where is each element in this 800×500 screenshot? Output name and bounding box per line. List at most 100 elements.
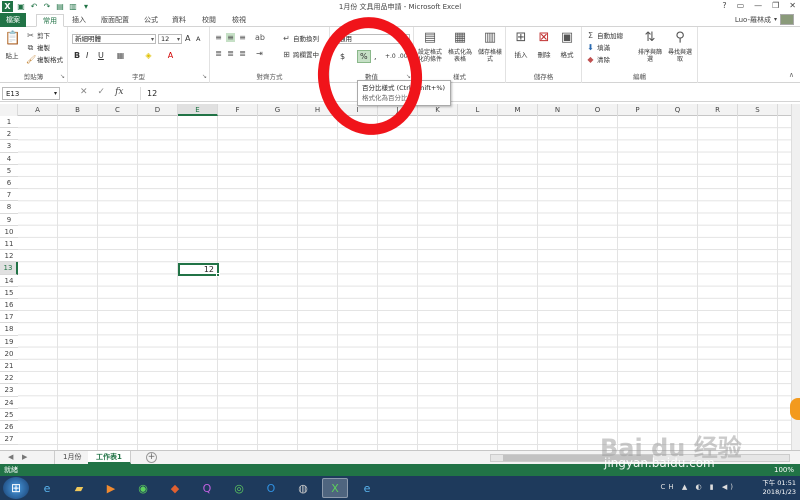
row-header[interactable]: 3	[0, 140, 18, 153]
active-cell[interactable]: 12	[178, 263, 220, 277]
row-header[interactable]: 17	[0, 311, 18, 324]
prev-sheet-icon[interactable]: ◀	[8, 453, 13, 461]
cut-button[interactable]: ✂ 剪下	[26, 30, 50, 41]
column-header[interactable]: B	[58, 104, 98, 116]
column-header[interactable]: A	[18, 104, 58, 116]
row-header[interactable]: 24	[0, 397, 18, 409]
align-top-button[interactable]: ≡	[214, 33, 223, 42]
italic-button[interactable]: I	[86, 51, 88, 60]
row-header[interactable]: 5	[0, 165, 18, 177]
tab-review[interactable]: 校閱	[196, 14, 222, 27]
cell-styles-button[interactable]: ▥ 儲存格樣式	[476, 29, 504, 63]
tab-page-layout[interactable]: 版面配置	[95, 14, 135, 27]
row-header[interactable]: 9	[0, 214, 18, 226]
tab-view[interactable]: 檢視	[226, 14, 252, 27]
column-header[interactable]: D	[138, 104, 178, 116]
row-header[interactable]: 8	[0, 201, 18, 214]
q-app-icon[interactable]: Q	[194, 478, 220, 498]
green-app-icon[interactable]: ◉	[130, 478, 156, 498]
help-button[interactable]: ?	[722, 1, 726, 10]
indent-button[interactable]: ⇥	[255, 49, 264, 58]
clipboard-launcher-icon[interactable]: ↘	[60, 73, 65, 80]
grow-font-button[interactable]: A	[185, 34, 190, 43]
column-header[interactable]: E	[178, 104, 218, 116]
cells-area[interactable]	[18, 116, 800, 450]
tab-home[interactable]: 常用	[36, 14, 64, 27]
user-account[interactable]: Luo-羅林成 ▾	[735, 14, 794, 25]
tab-formulas[interactable]: 公式	[138, 14, 164, 27]
wrap-text-button[interactable]: ↵ 自動換列	[282, 33, 319, 44]
wechat-icon[interactable]: ◎	[226, 478, 252, 498]
floating-widget[interactable]	[790, 398, 800, 420]
collapse-ribbon-icon[interactable]: ∧	[789, 71, 794, 79]
column-header[interactable]: N	[538, 104, 578, 116]
tab-insert[interactable]: 插入	[66, 14, 92, 27]
fill-color-button[interactable]: ◈	[144, 51, 153, 60]
excel-taskbar-icon[interactable]: X	[322, 478, 348, 498]
paste-button[interactable]: 📋 貼上	[3, 30, 21, 60]
row-header[interactable]: 21	[0, 360, 18, 373]
font-name-select[interactable]: 新細明體 ▾	[72, 34, 156, 44]
align-middle-button[interactable]: ≡	[226, 33, 235, 42]
column-header[interactable]: Q	[658, 104, 698, 116]
delete-cells-button[interactable]: ⊠ 刪除	[533, 29, 555, 59]
formula-input[interactable]: 12	[140, 87, 796, 100]
merge-center-button[interactable]: ⊞ 跨欄置中	[282, 49, 319, 60]
copy-button[interactable]: ⧉ 複製	[26, 42, 50, 53]
clock[interactable]: 下午 01:51 2018/1/23	[762, 479, 796, 497]
row-header[interactable]: 1	[0, 116, 18, 129]
row-header[interactable]: 22	[0, 372, 18, 385]
fill-handle[interactable]	[216, 273, 220, 277]
media-player-icon[interactable]: ▶	[98, 478, 124, 498]
confirm-entry-icon[interactable]: ✓	[98, 87, 106, 97]
insert-cells-button[interactable]: ⊞ 插入	[510, 29, 532, 59]
format-cells-button[interactable]: ▣ 格式	[556, 29, 578, 59]
underline-button[interactable]: U	[98, 51, 104, 60]
align-left-button[interactable]: ≣	[214, 49, 223, 58]
row-header[interactable]: 20	[0, 348, 18, 360]
tab-file[interactable]: 檔案	[0, 13, 26, 27]
ribbon-display-button[interactable]: ▭	[737, 1, 745, 10]
add-sheet-button[interactable]: +	[146, 452, 157, 463]
row-header[interactable]: 7	[0, 189, 18, 202]
autosum-button[interactable]: Σ 自動加總	[586, 30, 623, 41]
row-header[interactable]: 15	[0, 287, 18, 299]
row-header[interactable]: 2	[0, 128, 18, 141]
row-header[interactable]: 10	[0, 226, 18, 238]
row-header[interactable]: 11	[0, 238, 18, 251]
fill-button[interactable]: ⬇ 填滿	[586, 42, 610, 53]
column-header[interactable]: L	[458, 104, 498, 116]
clear-button[interactable]: ◆ 清除	[586, 54, 610, 65]
borders-button[interactable]: ▦	[116, 51, 125, 60]
ie2-icon[interactable]: e	[354, 478, 380, 498]
column-header[interactable]: M	[498, 104, 538, 116]
conditional-format-button[interactable]: ▤ 設定格式化的條件	[416, 29, 444, 63]
align-center-button[interactable]: ≣	[226, 49, 235, 58]
column-header[interactable]: R	[698, 104, 738, 116]
start-button[interactable]: ⊞	[3, 477, 29, 499]
row-header[interactable]: 4	[0, 153, 18, 165]
insert-function-icon[interactable]: fx	[115, 87, 123, 97]
outlook-icon[interactable]: O	[258, 478, 284, 498]
row-header[interactable]: 25	[0, 409, 18, 421]
orientation-button[interactable]: ab	[255, 33, 265, 42]
name-box[interactable]: E13 ▾	[2, 87, 60, 100]
align-bottom-button[interactable]: ≡	[238, 33, 247, 42]
tab-data[interactable]: 資料	[166, 14, 192, 27]
column-header[interactable]: S	[738, 104, 778, 116]
foxmail-icon[interactable]: ◆	[162, 478, 188, 498]
bold-button[interactable]: B	[74, 51, 80, 60]
format-painter-button[interactable]: 🖌 複製格式	[26, 54, 63, 65]
font-size-select[interactable]: 12 ▾	[158, 34, 182, 44]
column-header[interactable]: G	[258, 104, 298, 116]
row-header[interactable]: 23	[0, 384, 18, 397]
ie-icon[interactable]: e	[34, 478, 60, 498]
row-header[interactable]: 19	[0, 336, 18, 348]
format-as-table-button[interactable]: ▦ 格式化為表格	[446, 29, 474, 63]
font-color-button[interactable]: A	[166, 51, 175, 60]
minimize-button[interactable]: —	[754, 1, 762, 10]
sort-filter-button[interactable]: ⇅ 排序與篩選	[636, 29, 664, 63]
column-header[interactable]: P	[618, 104, 658, 116]
folder-icon[interactable]: ▰	[66, 478, 92, 498]
close-button[interactable]: ✕	[789, 1, 796, 10]
